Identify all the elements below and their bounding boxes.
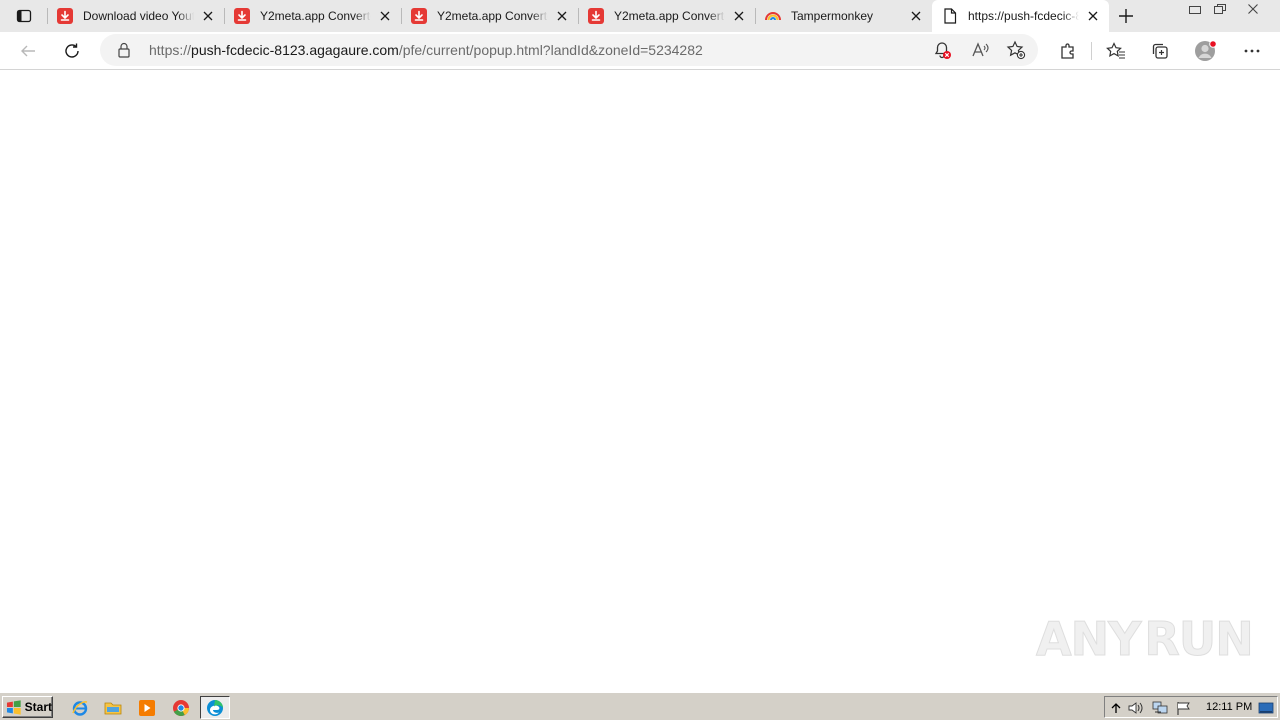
restore-icon <box>1214 4 1226 14</box>
system-tray: 12:11 PM <box>1104 696 1278 718</box>
restore-button[interactable] <box>1207 0 1233 18</box>
tab-title: https://push-fcdecic-8123.agagaure.com/p… <box>968 9 1079 23</box>
avatar-icon <box>1195 40 1217 61</box>
toolbar-divider <box>1091 42 1092 60</box>
lock-icon[interactable] <box>116 42 132 58</box>
tab-title: Tampermonkey <box>791 9 874 23</box>
page-icon <box>942 8 958 24</box>
tab-close-icon[interactable] <box>731 8 747 24</box>
tab-separator <box>578 8 579 24</box>
tab-title: Y2meta.app Converter <box>614 9 725 23</box>
tab-actions-icon <box>16 9 32 23</box>
chrome-button[interactable] <box>170 698 192 718</box>
y2mate-download-icon <box>234 8 250 24</box>
favorites-star-icon <box>1106 42 1125 59</box>
page-content <box>0 71 1280 692</box>
chrome-icon <box>173 700 189 716</box>
y2mate-download-icon <box>57 8 73 24</box>
edge-button[interactable] <box>200 696 230 719</box>
read-aloud-icon[interactable] <box>968 38 992 62</box>
collections-icon <box>1152 43 1168 59</box>
settings-more-button[interactable] <box>1236 35 1268 67</box>
internet-explorer-icon <box>72 701 88 716</box>
url-scheme: https:// <box>149 42 192 58</box>
back-button[interactable] <box>12 35 44 67</box>
windows-taskbar: Start 12:11 PM <box>0 692 1280 720</box>
tab-y2meta-2[interactable]: Y2meta.app Converter <box>401 0 578 32</box>
minimize-icon <box>1189 6 1201 14</box>
favorites-button[interactable] <box>1100 35 1132 67</box>
notification-blocked-icon[interactable] <box>930 38 954 62</box>
tab-actions-button[interactable] <box>8 4 40 28</box>
tab-close-icon[interactable] <box>1085 8 1101 24</box>
window-close-button[interactable] <box>1240 0 1266 18</box>
media-player-icon <box>139 700 155 716</box>
back-arrow-icon <box>21 45 35 57</box>
y2mate-download-icon <box>588 8 604 24</box>
tab-strip: Download video Youtube Y2meta.app Conver… <box>0 0 1280 32</box>
windows-flag-icon <box>6 700 21 715</box>
action-center-flag-icon[interactable] <box>1175 699 1193 717</box>
show-hidden-icons[interactable] <box>1107 699 1125 717</box>
tampermonkey-icon <box>765 8 781 24</box>
close-icon <box>1248 4 1258 14</box>
add-favorite-icon[interactable] <box>1004 38 1028 62</box>
tab-separator <box>47 8 48 24</box>
internet-explorer-button[interactable] <box>69 698 91 718</box>
refresh-icon <box>65 43 79 58</box>
tab-download-video[interactable]: Download video Youtube <box>47 0 224 32</box>
tab-close-icon[interactable] <box>908 8 924 24</box>
refresh-button[interactable] <box>56 35 88 67</box>
taskbar-clock[interactable]: 12:11 PM <box>1206 701 1252 713</box>
tab-separator <box>224 8 225 24</box>
more-dots-icon <box>1244 49 1260 53</box>
tab-close-icon[interactable] <box>200 8 216 24</box>
watermark-text-run: RUN <box>1144 612 1254 667</box>
tab-separator <box>401 8 402 24</box>
edge-icon <box>207 699 223 716</box>
anyrun-watermark: ANY RUN <box>1035 606 1254 672</box>
url-host: push-fcdecic-8123.agagaure.com <box>191 42 399 58</box>
puzzle-icon <box>1061 43 1074 59</box>
extensions-button[interactable] <box>1052 35 1084 67</box>
tab-close-icon[interactable] <box>377 8 393 24</box>
tab-active-popup[interactable]: https://push-fcdecic-8123.agagaure.com/p… <box>932 0 1109 32</box>
address-bar[interactable]: https://push-fcdecic-8123.agagaure.com/p… <box>100 34 1038 66</box>
browser-toolbar: https://push-fcdecic-8123.agagaure.com/p… <box>0 32 1280 70</box>
tab-y2meta-3[interactable]: Y2meta.app Converter <box>578 0 755 32</box>
watermark-text-any: ANY <box>1035 612 1141 667</box>
folder-icon <box>104 702 122 715</box>
plus-icon <box>1119 9 1133 23</box>
minimize-button[interactable] <box>1182 0 1208 18</box>
tab-separator <box>755 8 756 24</box>
show-desktop-icon[interactable] <box>1257 699 1275 717</box>
start-label: Start <box>24 700 52 714</box>
network-icon[interactable] <box>1151 699 1169 717</box>
profile-button[interactable] <box>1190 35 1222 67</box>
tab-title: Y2meta.app Converter <box>260 9 371 23</box>
tab-title: Download video Youtube <box>83 9 194 23</box>
media-player-button[interactable] <box>136 698 158 718</box>
volume-icon[interactable] <box>1127 699 1145 717</box>
collections-button[interactable] <box>1144 35 1176 67</box>
url-path: /pfe/current/popup.html?landId&zoneId=52… <box>398 42 703 58</box>
tab-tampermonkey[interactable]: Tampermonkey <box>755 0 932 32</box>
start-button[interactable]: Start <box>2 696 53 718</box>
file-explorer-button[interactable] <box>102 698 124 718</box>
url-text[interactable]: https://push-fcdecic-8123.agagaure.com/p… <box>149 42 703 58</box>
tab-close-icon[interactable] <box>554 8 570 24</box>
tab-title: Y2meta.app Converter <box>437 9 548 23</box>
tab-y2meta-1[interactable]: Y2meta.app Converter <box>224 0 401 32</box>
new-tab-button[interactable] <box>1114 4 1138 28</box>
y2mate-download-icon <box>411 8 427 24</box>
